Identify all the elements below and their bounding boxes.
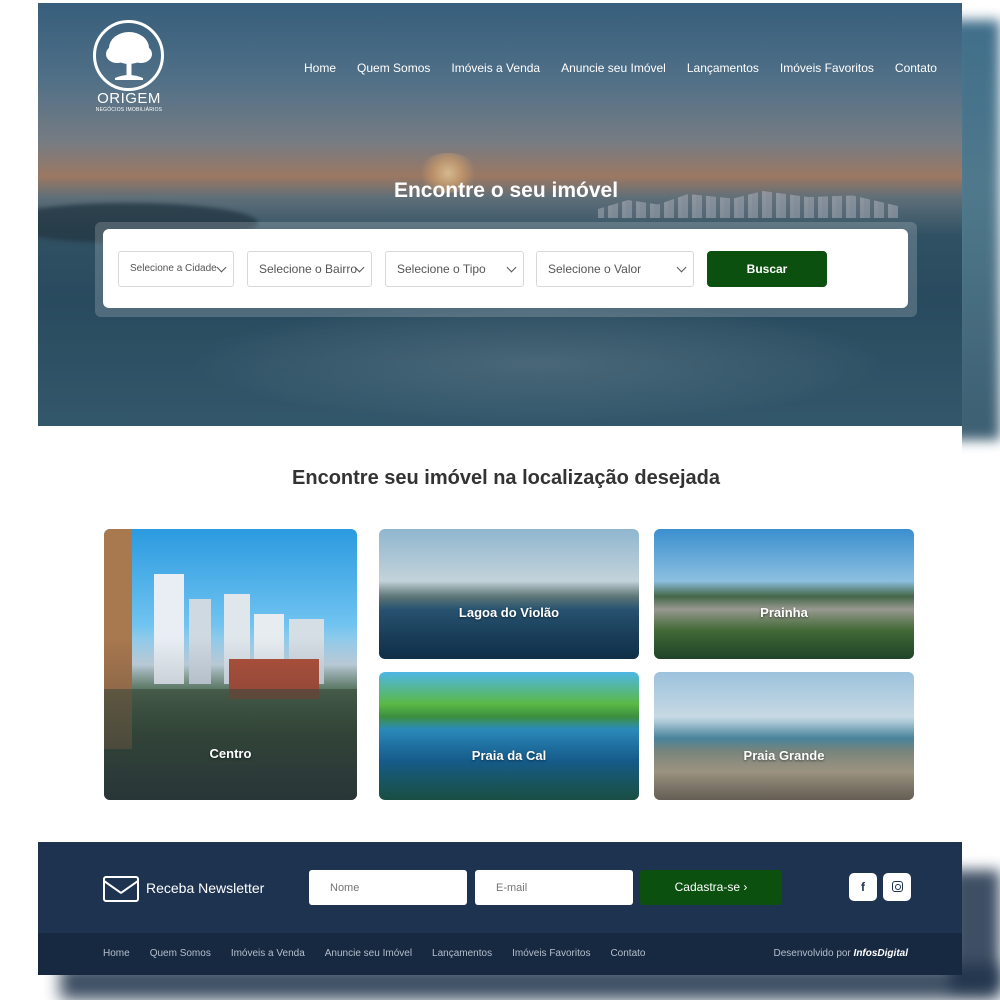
- facebook-glyph: f: [861, 880, 865, 894]
- developer-credit[interactable]: Desenvolvido por InfosDigital: [774, 948, 909, 959]
- type-select[interactable]: Selecione o Tipo: [385, 251, 524, 287]
- locations-title: Encontre seu imóvel na localização desej…: [292, 467, 720, 489]
- location-label: Praia da Cal: [471, 748, 547, 763]
- card-shade: [654, 529, 914, 659]
- newsletter-title: Receba Newsletter: [146, 880, 265, 896]
- location-card-praia-grande[interactable]: Praia Grande: [654, 672, 914, 800]
- nav-contato[interactable]: Contato: [895, 61, 937, 75]
- brand-tagline: NEGÓCIOS IMOBILIÁRIOS: [95, 107, 163, 113]
- price-select[interactable]: Selecione o Valor: [536, 251, 694, 287]
- footer-nav: Home Quem Somos Imóveis a Venda Anuncie …: [103, 948, 665, 959]
- instagram-icon[interactable]: [883, 873, 911, 901]
- credit-brand: InfosDigital: [853, 948, 908, 959]
- nav-lancamentos[interactable]: Lançamentos: [687, 61, 759, 75]
- chevron-down-icon: [216, 262, 227, 273]
- footer-link-imoveis-venda[interactable]: Imóveis a Venda: [231, 948, 305, 959]
- chevron-down-icon: [676, 262, 687, 273]
- location-card-praia-cal[interactable]: Praia da Cal: [379, 672, 639, 800]
- location-card-lagoa-violao[interactable]: Lagoa do Violão: [379, 529, 639, 659]
- location-label: Prainha: [760, 605, 808, 620]
- nav-anuncie[interactable]: Anuncie seu Imóvel: [561, 61, 666, 75]
- instagram-glyph: [891, 881, 903, 893]
- brand-logo[interactable]: ORIGEM NEGÓCIOS IMOBILIÁRIOS: [93, 20, 165, 120]
- footer-link-quem-somos[interactable]: Quem Somos: [150, 948, 211, 959]
- type-select-value: Selecione o Tipo: [397, 262, 486, 276]
- search-button[interactable]: Buscar: [707, 251, 827, 287]
- footer-link-anuncie[interactable]: Anuncie seu Imóvel: [325, 948, 412, 959]
- search-panel: Selecione a Cidade Selecione o Bairro Se…: [103, 229, 908, 308]
- facebook-icon[interactable]: f: [849, 873, 877, 901]
- location-card-prainha[interactable]: Prainha: [654, 529, 914, 659]
- card-shade: [654, 672, 914, 800]
- newsletter-section: Receba Newsletter Cadastra-se › f: [38, 842, 962, 933]
- website-page: ORIGEM NEGÓCIOS IMOBILIÁRIOS Home Quem S…: [38, 3, 962, 975]
- nav-home[interactable]: Home: [304, 61, 336, 75]
- location-label: Lagoa do Violão: [458, 605, 560, 620]
- main-nav: Home Quem Somos Imóveis a Venda Anuncie …: [304, 61, 937, 75]
- tree-icon: [106, 32, 152, 80]
- city-select-value: Selecione a Cidade: [130, 263, 217, 274]
- footer-link-home[interactable]: Home: [103, 948, 130, 959]
- footer-bar: Home Quem Somos Imóveis a Venda Anuncie …: [38, 933, 962, 975]
- card-shade: [379, 529, 639, 659]
- location-label: Praia Grande: [743, 748, 825, 763]
- footer-link-lancamentos[interactable]: Lançamentos: [432, 948, 492, 959]
- brand-name: ORIGEM: [97, 90, 161, 107]
- hero-banner: ORIGEM NEGÓCIOS IMOBILIÁRIOS Home Quem S…: [38, 3, 962, 426]
- credit-prefix: Desenvolvido por: [773, 948, 851, 959]
- nav-imoveis-venda[interactable]: Imóveis a Venda: [451, 61, 540, 75]
- footer-link-favoritos[interactable]: Imóveis Favoritos: [512, 948, 590, 959]
- chevron-down-icon: [506, 262, 517, 273]
- mail-icon: [103, 876, 139, 902]
- location-card-centro[interactable]: Centro: [104, 529, 357, 800]
- newsletter-email-input[interactable]: [475, 870, 633, 905]
- hero-title: Encontre o seu imóvel: [393, 179, 619, 202]
- location-label: Centro: [209, 746, 252, 761]
- newsletter-name-input[interactable]: [309, 870, 467, 905]
- footer-link-contato[interactable]: Contato: [610, 948, 645, 959]
- neighborhood-select[interactable]: Selecione o Bairro: [247, 251, 372, 287]
- city-select[interactable]: Selecione a Cidade: [118, 251, 234, 287]
- price-select-value: Selecione o Valor: [548, 262, 642, 276]
- nav-quem-somos[interactable]: Quem Somos: [357, 61, 430, 75]
- neighborhood-select-value: Selecione o Bairro: [259, 262, 358, 276]
- nav-favoritos[interactable]: Imóveis Favoritos: [780, 61, 874, 75]
- card-shade: [379, 672, 639, 800]
- newsletter-submit-button[interactable]: Cadastra-se ›: [640, 870, 782, 905]
